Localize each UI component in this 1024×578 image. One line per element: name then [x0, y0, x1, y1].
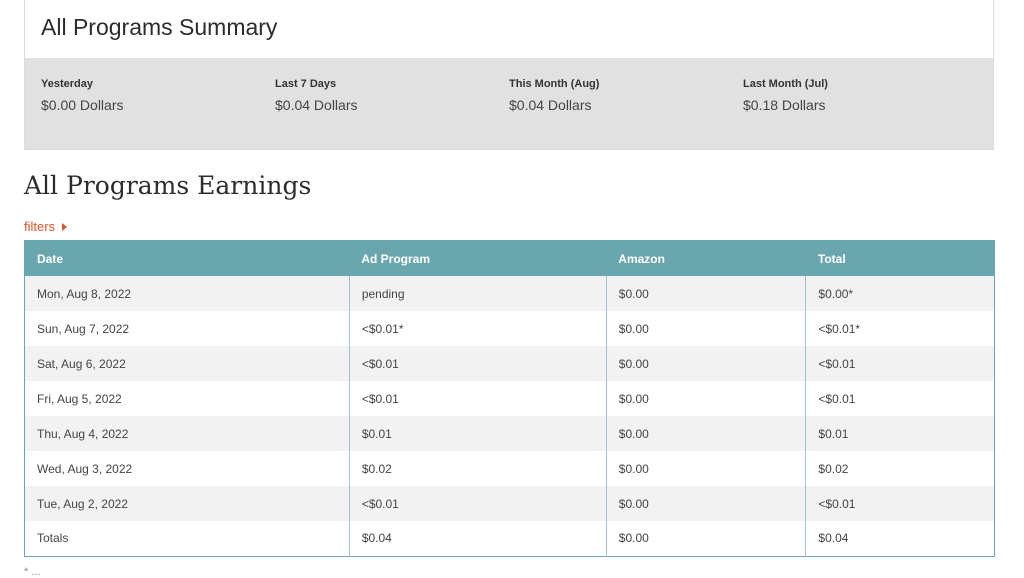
cell-amazon: $0.00	[606, 486, 807, 521]
filters-toggle[interactable]: filters	[24, 219, 68, 234]
cell-date: Sun, Aug 7, 2022	[24, 311, 350, 346]
column-header-total[interactable]: Total	[805, 240, 995, 276]
table-row: Thu, Aug 4, 2022 $0.01 $0.00 $0.01	[24, 416, 995, 451]
cell-total: $0.01	[805, 416, 995, 451]
summary-title: All Programs Summary	[41, 14, 278, 40]
table-row: Fri, Aug 5, 2022 <$0.01 $0.00 <$0.01	[24, 381, 995, 416]
table-row: Wed, Aug 3, 2022 $0.02 $0.00 $0.02	[24, 451, 995, 486]
cell-date: Fri, Aug 5, 2022	[24, 381, 350, 416]
cell-ad-program: <$0.01	[349, 486, 607, 521]
stat-last-month: Last Month (Jul) $0.18 Dollars	[743, 78, 963, 113]
table-row: Mon, Aug 8, 2022 pending $0.00 $0.00*	[24, 276, 995, 311]
earnings-table: Date Ad Program Amazon Total Mon, Aug 8,…	[24, 240, 995, 557]
summary-card: All Programs Summary Yesterday $0.00 Dol…	[24, 0, 994, 150]
cell-date: Tue, Aug 2, 2022	[24, 486, 350, 521]
footnote: * ...	[24, 566, 41, 578]
summary-stats: Yesterday $0.00 Dollars Last 7 Days $0.0…	[25, 58, 993, 149]
cell-amazon: $0.00	[606, 381, 807, 416]
stat-last-7-days: Last 7 Days $0.04 Dollars	[275, 78, 495, 113]
cell-ad-program: $0.02	[349, 451, 607, 486]
cell-totals-label: Totals	[24, 521, 350, 556]
cell-total: <$0.01*	[805, 311, 995, 346]
earnings-heading: All Programs Earnings	[24, 171, 312, 200]
cell-ad-program: pending	[349, 276, 607, 311]
column-header-ad-program[interactable]: Ad Program	[349, 240, 607, 276]
table-row: Tue, Aug 2, 2022 <$0.01 $0.00 <$0.01	[24, 486, 995, 521]
cell-total: $0.02	[805, 451, 995, 486]
cell-amazon: $0.00	[606, 276, 807, 311]
cell-ad-program: $0.01	[349, 416, 607, 451]
stat-value: $0.18 Dollars	[743, 97, 826, 113]
stat-label: Last 7 Days	[275, 78, 337, 90]
cell-grand-total: $0.04	[805, 521, 995, 556]
cell-date: Mon, Aug 8, 2022	[24, 276, 350, 311]
stat-yesterday: Yesterday $0.00 Dollars	[41, 78, 261, 113]
stat-label: Yesterday	[41, 78, 93, 90]
cell-date: Sat, Aug 6, 2022	[24, 346, 350, 381]
stat-label: This Month (Aug)	[509, 78, 600, 90]
stat-label: Last Month (Jul)	[743, 78, 828, 90]
cell-amazon: $0.00	[606, 416, 807, 451]
column-header-amazon[interactable]: Amazon	[606, 240, 806, 276]
table-row: Sat, Aug 6, 2022 <$0.01 $0.00 <$0.01	[24, 346, 995, 381]
cell-total: <$0.01	[805, 486, 995, 521]
stat-value: $0.00 Dollars	[41, 97, 124, 113]
cell-ad-program-total: $0.04	[349, 521, 607, 556]
cell-total: <$0.01	[805, 346, 995, 381]
cell-date: Thu, Aug 4, 2022	[24, 416, 350, 451]
cell-ad-program: <$0.01*	[349, 311, 607, 346]
totals-row: Totals $0.04 $0.00 $0.04	[24, 521, 995, 556]
cell-amazon-total: $0.00	[606, 521, 807, 556]
cell-amazon: $0.00	[606, 451, 807, 486]
stat-value: $0.04 Dollars	[509, 97, 592, 113]
caret-right-icon	[62, 222, 68, 231]
cell-date: Wed, Aug 3, 2022	[24, 451, 350, 486]
cell-total: <$0.01	[805, 381, 995, 416]
cell-amazon: $0.00	[606, 311, 807, 346]
stat-this-month: This Month (Aug) $0.04 Dollars	[509, 78, 729, 113]
table-row: Sun, Aug 7, 2022 <$0.01* $0.00 <$0.01*	[24, 311, 995, 346]
stat-value: $0.04 Dollars	[275, 97, 358, 113]
column-header-date[interactable]: Date	[24, 240, 350, 276]
cell-amazon: $0.00	[606, 346, 807, 381]
filters-label: filters	[24, 219, 56, 234]
cell-total: $0.00*	[805, 276, 995, 311]
table-header-row: Date Ad Program Amazon Total	[24, 240, 995, 276]
cell-ad-program: <$0.01	[349, 346, 607, 381]
cell-ad-program: <$0.01	[349, 381, 607, 416]
